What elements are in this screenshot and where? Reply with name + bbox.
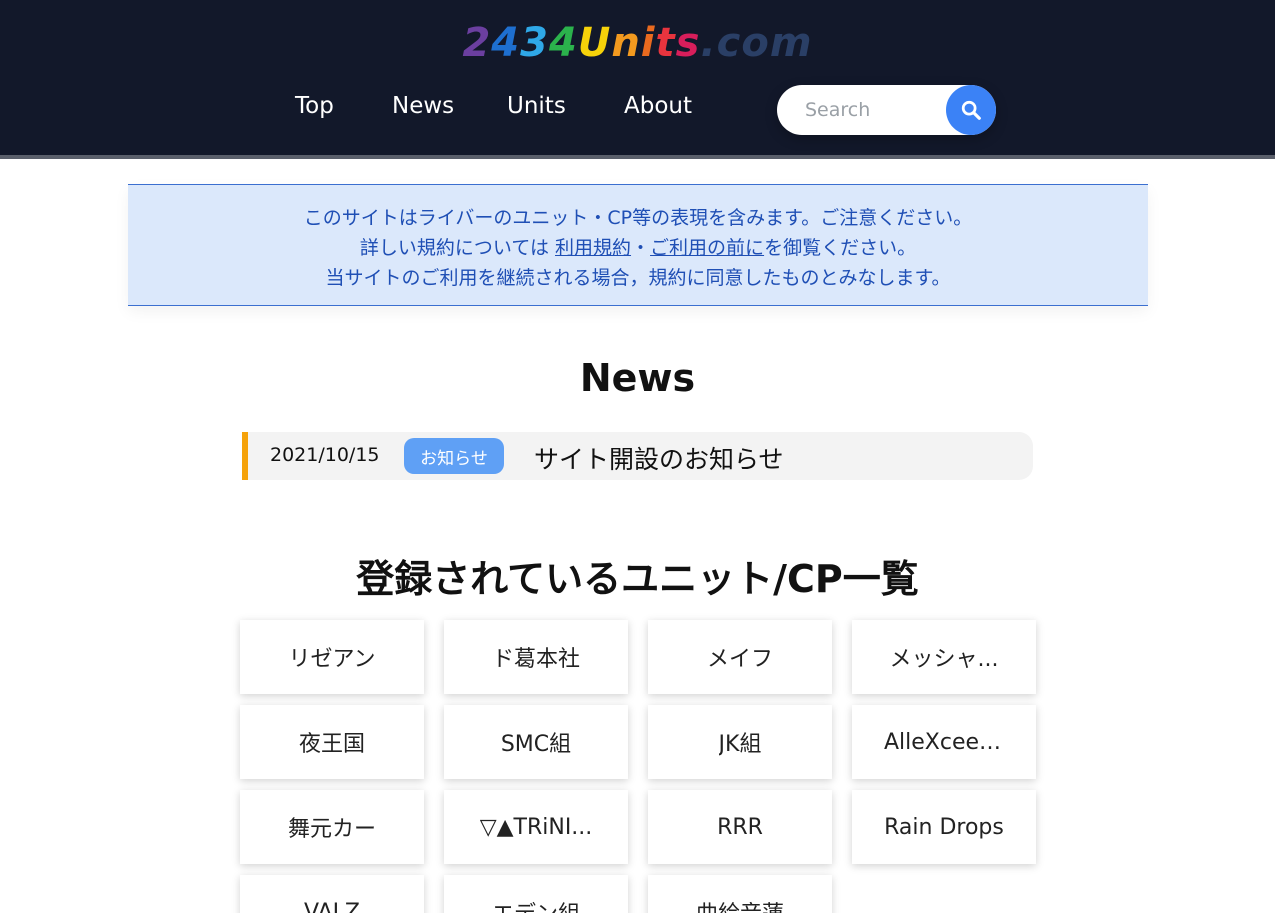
site-logo[interactable]: 2434Units.com [0,20,1275,66]
unit-card[interactable]: ド葛本社 [444,620,628,694]
notice-banner: このサイトはライバーのユニット・CP等の表現を含みます。ご注意ください。 詳しい… [128,184,1148,306]
unit-card[interactable]: リゼアン [240,620,424,694]
unit-card[interactable]: RRR [648,790,832,864]
logo-char: s [675,20,701,66]
unit-card[interactable]: Rain Drops [852,790,1036,864]
unit-card-label: 曲絵音蓮 [696,896,784,913]
notice-line-1: このサイトはライバーのユニット・CP等の表現を含みます。ご注意ください。 [303,207,973,229]
logo-domain: .com [700,20,813,66]
unit-card-label: SMC組 [500,732,572,757]
notice-text: を御覧ください。 [764,237,917,259]
notice-line-3: 当サイトのご利用を継続される場合，規約に同意したものとみなします。 [325,267,951,289]
logo-char: 4 [491,20,521,66]
news-date: 2021/10/15 [270,444,380,466]
nav-about[interactable]: About [624,93,692,119]
search-button[interactable] [946,85,996,135]
unit-card-label: 夜王国 [298,732,365,757]
nav-news[interactable]: News [392,93,454,119]
units-heading: 登録されているユニット/CP一覧 [356,557,919,601]
notice-text: 詳しい規約については [359,237,556,259]
terms-link[interactable]: 利用規約 [555,237,631,259]
unit-card-label: ド葛本社 [491,647,580,672]
unit-card-label: JK組 [718,732,762,757]
notice-line-2: 詳しい規約については 利用規約・ご利用の前にを御覧ください。 [128,233,1148,260]
unit-card[interactable]: JK組 [648,705,832,779]
news-item: 2021/10/15 お知らせ サイト開設のお知らせ [242,432,1033,480]
unit-card[interactable]: ▽▲TRiNI... [444,790,628,864]
unit-card[interactable]: 曲絵音蓮 [648,875,832,913]
logo-char: 3 [520,20,549,66]
unit-card[interactable]: メイフ [648,620,832,694]
before-use-link[interactable]: ご利用の前に [650,237,764,259]
logo-char: n [611,20,641,66]
header-divider [0,155,1275,159]
unit-card[interactable]: 夜王国 [240,705,424,779]
unit-card[interactable]: メッシャ... [852,620,1036,694]
news-category-badge: お知らせ [404,438,504,474]
logo-char: 4 [548,20,578,66]
nav-top[interactable]: Top [295,93,334,119]
unit-card[interactable]: エデン組 [444,875,628,913]
nav-units[interactable]: Units [507,93,566,119]
unit-card-label: メイフ [706,647,773,672]
unit-card[interactable]: SMC組 [444,705,628,779]
unit-card-label: VALZ [303,899,361,913]
unit-card-label: ▽▲TRiNI... [479,814,593,840]
site-header: 2434Units.com Top News Units About [0,0,1275,155]
news-title-link[interactable]: サイト開設のお知らせ [534,440,784,476]
unit-card-label: Rain Drops [884,814,1004,840]
search-input[interactable] [805,97,965,123]
unit-card[interactable]: 舞元カー [240,790,424,864]
unit-card-label: AlleXceed ... [884,729,1004,755]
logo-char: U [577,20,612,66]
unit-card[interactable]: VALZ [240,875,424,913]
news-heading: News [579,356,696,400]
unit-card[interactable]: AlleXceed ... [852,705,1036,779]
notice-separator: ・ [631,237,651,259]
unit-card-label: メッシャ... [889,647,999,672]
unit-card-label: RRR [717,814,763,840]
logo-char: i [640,20,656,66]
unit-card-label: リゼアン [288,647,376,672]
unit-card-label: 舞元カー [287,817,376,842]
logo-char: 2 [462,20,492,66]
unit-card-label: エデン組 [492,896,580,913]
logo-char: t [655,20,676,66]
search-icon [961,100,981,120]
search-box [777,85,996,135]
